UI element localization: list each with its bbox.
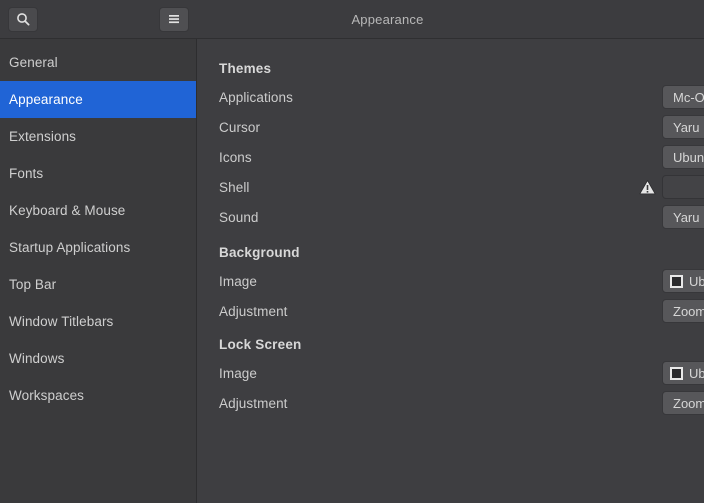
- sidebar-item-label: Workspaces: [9, 388, 85, 403]
- setting-control: Yaru: [597, 115, 704, 139]
- setting-control: [597, 175, 704, 199]
- sidebar-item-extensions[interactable]: Extensions: [0, 118, 196, 155]
- dropdown-value: Ubuntu-mono: [673, 149, 704, 165]
- setting-row-shell: Shell: [197, 172, 704, 202]
- setting-label: Icons: [219, 149, 252, 165]
- setting-row-lockscreen-adjustment: Adjustment Zoom: [197, 388, 704, 418]
- sidebar-item-label: General: [9, 55, 58, 70]
- sidebar-item-startup-applications[interactable]: Startup Applications: [0, 229, 196, 266]
- dropdown-value: Yaru: [673, 209, 700, 225]
- sidebar-item-label: Extensions: [9, 129, 77, 144]
- appearance-settings-panel: Themes Applications Mc-OS-CTLina Cursor …: [197, 39, 704, 503]
- sidebar-item-top-bar[interactable]: Top Bar: [0, 266, 196, 303]
- setting-row-lockscreen-image: Image Ubuntu_80s: [197, 358, 704, 388]
- lockscreen-image-chooser[interactable]: Ubuntu_80s: [662, 361, 704, 385]
- section-title-themes: Themes: [219, 61, 272, 76]
- setting-row-background-adjustment: Adjustment Zoom: [197, 296, 704, 326]
- appearance-settings-window: Appearance General Appearance Extensions…: [0, 0, 704, 503]
- sidebar-item-keyboard-mouse[interactable]: Keyboard & Mouse: [0, 192, 196, 229]
- dropdown-value: Zoom: [673, 303, 704, 319]
- setting-label: Cursor: [219, 119, 261, 135]
- sound-theme-dropdown[interactable]: Yaru: [662, 205, 704, 229]
- setting-label: Image: [219, 273, 258, 289]
- search-icon: [16, 12, 30, 26]
- sidebar-navigation: General Appearance Extensions Fonts Keyb…: [0, 39, 197, 503]
- section-title-background: Background: [219, 245, 300, 260]
- shell-theme-dropdown[interactable]: [662, 175, 704, 199]
- setting-label: Applications: [219, 89, 293, 105]
- setting-label: Adjustment: [219, 395, 288, 411]
- hamburger-menu-icon: [167, 13, 181, 25]
- setting-control: Yaru: [597, 205, 704, 229]
- background-image-chooser[interactable]: Ubuntu_80s: [662, 269, 704, 293]
- setting-row-sound: Sound Yaru: [197, 202, 704, 232]
- section-title-lock-screen: Lock Screen: [219, 337, 302, 352]
- sidebar-item-label: Keyboard & Mouse: [9, 203, 126, 218]
- header-bar: Appearance: [0, 0, 704, 39]
- setting-control: Ubuntu_80s: [597, 269, 704, 293]
- page-title: Appearance: [351, 11, 424, 27]
- setting-control: Ubuntu-mono: [597, 145, 704, 169]
- lockscreen-adjustment-dropdown[interactable]: Zoom: [662, 391, 704, 415]
- setting-label: Image: [219, 365, 258, 381]
- image-thumbnail-icon: [670, 366, 683, 380]
- sidebar-item-fonts[interactable]: Fonts: [0, 155, 196, 192]
- icons-theme-dropdown[interactable]: Ubuntu-mono: [662, 145, 704, 169]
- dropdown-value: Zoom: [673, 395, 704, 411]
- sidebar-item-label: Appearance: [9, 92, 83, 107]
- setting-label: Sound: [219, 209, 259, 225]
- setting-control: Zoom: [597, 299, 704, 323]
- sidebar-item-appearance[interactable]: Appearance: [0, 81, 196, 118]
- sidebar-item-label: Windows: [9, 351, 65, 366]
- setting-row-cursor: Cursor Yaru: [197, 112, 704, 142]
- cursor-theme-dropdown[interactable]: Yaru: [662, 115, 704, 139]
- sidebar-item-window-titlebars[interactable]: Window Titlebars: [0, 303, 196, 340]
- sidebar-item-label: Startup Applications: [9, 240, 131, 255]
- dropdown-value: Ubuntu_80s: [689, 365, 704, 381]
- background-adjustment-dropdown[interactable]: Zoom: [662, 299, 704, 323]
- setting-label: Shell: [219, 179, 250, 195]
- sidebar-item-workspaces[interactable]: Workspaces: [0, 377, 196, 414]
- search-button[interactable]: [8, 6, 38, 32]
- setting-row-applications: Applications Mc-OS-CTLina: [197, 82, 704, 112]
- image-thumbnail-icon: [670, 274, 683, 288]
- setting-control: Mc-OS-CTLina: [597, 85, 704, 109]
- sidebar-item-windows[interactable]: Windows: [0, 340, 196, 377]
- dropdown-value: Ubuntu_80s: [689, 273, 704, 289]
- setting-control: Zoom: [597, 391, 704, 415]
- sidebar-item-label: Top Bar: [9, 277, 57, 292]
- setting-row-background-image: Image Ubuntu_80s: [197, 266, 704, 296]
- sidebar-item-general[interactable]: General: [0, 44, 196, 81]
- header-left-section: [0, 0, 197, 38]
- setting-control: Ubuntu_80s: [597, 361, 704, 385]
- applications-theme-dropdown[interactable]: Mc-OS-CTLina: [662, 85, 704, 109]
- sidebar-item-label: Window Titlebars: [9, 314, 114, 329]
- setting-row-icons: Icons Ubuntu-mono: [197, 142, 704, 172]
- main-menu-button[interactable]: [159, 6, 189, 32]
- warning-icon: [639, 179, 656, 196]
- window-body: General Appearance Extensions Fonts Keyb…: [0, 39, 704, 503]
- dropdown-value: Yaru: [673, 119, 700, 135]
- sidebar-item-label: Fonts: [9, 166, 44, 181]
- header-right-section: Appearance: [197, 0, 704, 38]
- setting-label: Adjustment: [219, 303, 288, 319]
- dropdown-value: Mc-OS-CTLina: [673, 89, 704, 105]
